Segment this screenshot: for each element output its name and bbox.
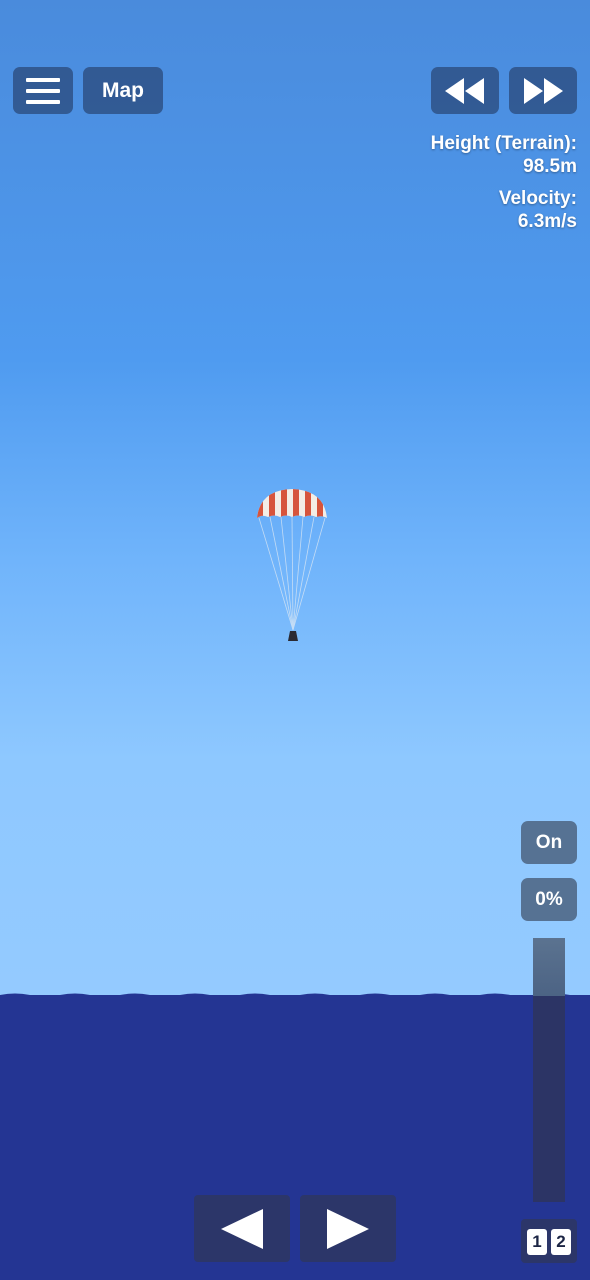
rotate-right-button[interactable] (300, 1195, 396, 1262)
hamburger-menu-icon (26, 77, 60, 104)
engine-toggle-button[interactable]: On (521, 821, 577, 864)
velocity-label: Velocity: (498, 188, 577, 209)
parachute-canopy (257, 489, 327, 518)
stage-key-2[interactable]: 2 (551, 1229, 571, 1255)
parachute-capsule (257, 489, 327, 641)
rotate-left-button[interactable] (194, 1195, 290, 1262)
map-button-label: Map (102, 78, 144, 102)
throttle-percent-label: 0% (535, 888, 563, 910)
rewind-button[interactable] (431, 67, 499, 114)
capsule (288, 631, 298, 641)
height-readout: Height (Terrain): 98.5m (431, 132, 577, 178)
stage-key-1-label: 1 (532, 1232, 542, 1251)
parachute-lines (258, 516, 326, 631)
rotate-right-arrow-icon (327, 1208, 369, 1249)
stage-key-2-label: 2 (556, 1232, 566, 1251)
throttle-percent-button[interactable]: 0% (521, 878, 577, 921)
stage-key-1[interactable]: 1 (527, 1229, 547, 1255)
throttle-slider-handle[interactable] (533, 938, 565, 996)
height-label: Height (Terrain): (430, 133, 577, 154)
rewind-icon (445, 77, 484, 104)
ocean-horizon (0, 993, 590, 1002)
fast-forward-button[interactable] (509, 67, 577, 114)
ocean (0, 995, 590, 1280)
map-button[interactable]: Map (83, 67, 163, 114)
engine-toggle-label: On (535, 831, 563, 853)
velocity-readout: Velocity: 6.3m/s (499, 187, 577, 233)
height-value: 98.5m (523, 156, 577, 177)
menu-button[interactable] (13, 67, 73, 114)
rotate-left-arrow-icon (221, 1208, 263, 1249)
velocity-value: 6.3m/s (517, 211, 577, 232)
fast-forward-icon (524, 77, 563, 104)
